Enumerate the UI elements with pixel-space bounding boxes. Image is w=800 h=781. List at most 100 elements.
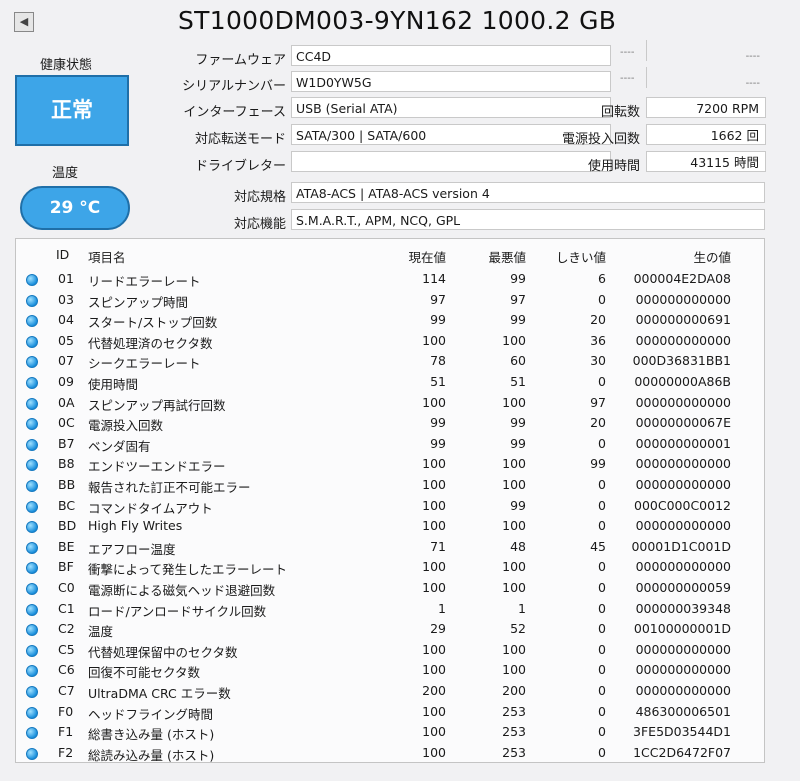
cell-id: F1 bbox=[58, 724, 74, 740]
cell-current: 100 bbox=[422, 662, 446, 678]
col-header-id[interactable]: ID bbox=[56, 247, 69, 262]
prev-disk-button[interactable]: ◀ bbox=[14, 12, 34, 32]
cell-raw: 00100000001D bbox=[633, 621, 731, 637]
cell-current: 100 bbox=[422, 394, 446, 410]
disk-title: ST1000DM003-9YN162 1000.2 GB bbox=[178, 6, 617, 35]
status-dot-icon bbox=[26, 315, 38, 328]
table-row[interactable]: BF 衝撃によって発生したエラーレート 100 100 0 000000000000 bbox=[16, 557, 764, 577]
table-row[interactable]: BE エアフロー温度 71 48 45 00001D1C001D bbox=[16, 537, 764, 557]
status-dot-icon bbox=[26, 686, 38, 698]
table-row[interactable]: 07 シークエラーレート 78 60 30 000D36831BB1 bbox=[16, 351, 764, 371]
serial-value: W1D0YW5G bbox=[291, 71, 611, 92]
table-row[interactable]: C7 UltraDMA CRC エラー数 200 200 0 000000000000 bbox=[16, 681, 764, 701]
status-dot-icon bbox=[26, 418, 38, 431]
cell-threshold: 0 bbox=[598, 744, 606, 760]
cell-threshold: 0 bbox=[598, 600, 606, 616]
table-row[interactable]: F0 ヘッドフライング時間 100 253 0 486300006501 bbox=[16, 702, 764, 722]
cell-threshold: 30 bbox=[590, 353, 606, 369]
cell-id: 07 bbox=[58, 353, 74, 369]
status-dot-icon bbox=[26, 294, 38, 307]
power-count-label: 電源投入回数 bbox=[561, 132, 640, 147]
table-row[interactable]: F1 総書き込み量 (ホスト) 100 253 0 3FE5D03544D1 bbox=[16, 722, 764, 742]
table-row[interactable]: C1 ロード/アンロードサイクル回数 1 1 0 000000039348 bbox=[16, 599, 764, 619]
cell-raw: 000000000000 bbox=[635, 559, 731, 575]
dash-placeholder: ---- bbox=[620, 73, 635, 84]
cell-raw: 000000000000 bbox=[635, 477, 731, 492]
health-status-button[interactable]: 正常 bbox=[15, 75, 129, 146]
cell-raw: 000000000000 bbox=[635, 641, 731, 657]
cell-threshold: 97 bbox=[590, 394, 606, 410]
table-row[interactable]: BD High Fly Writes 100 100 0 000000000000 bbox=[16, 516, 764, 536]
cell-raw: 000000000000 bbox=[635, 291, 731, 307]
table-row[interactable]: C2 温度 29 52 0 00100000001D bbox=[16, 619, 764, 639]
cell-raw: 000C000C0012 bbox=[634, 497, 731, 513]
cell-raw: 000000000000 bbox=[635, 518, 731, 534]
features-value: S.M.A.R.T., APM, NCQ, GPL bbox=[291, 209, 765, 230]
status-dot-icon bbox=[26, 624, 38, 637]
cell-id: BB bbox=[58, 477, 76, 492]
table-row[interactable]: B8 エンドツーエンドエラー 100 100 99 000000000000 bbox=[16, 454, 764, 474]
cell-name: 衝撃によって発生したエラーレート bbox=[88, 562, 288, 578]
cell-id: BE bbox=[58, 538, 75, 554]
table-row[interactable]: B7 ベンダ固有 99 99 0 000000000001 bbox=[16, 434, 764, 454]
cell-id: F0 bbox=[58, 703, 74, 719]
status-dot-icon bbox=[26, 644, 38, 657]
cell-threshold: 0 bbox=[598, 374, 606, 389]
table-row[interactable]: F2 総読み込み量 (ホスト) 100 253 0 1CC2D6472F07 bbox=[16, 743, 764, 763]
cell-threshold: 6 bbox=[598, 271, 606, 286]
cell-raw: 000000000000 bbox=[635, 456, 731, 472]
cell-threshold: 0 bbox=[598, 291, 606, 307]
col-header-threshold[interactable]: しきい値 bbox=[536, 247, 606, 266]
cell-current: 100 bbox=[422, 456, 446, 472]
cell-raw: 000000000000 bbox=[635, 683, 731, 698]
cell-raw: 000D36831BB1 bbox=[632, 353, 731, 369]
cell-threshold: 0 bbox=[598, 621, 606, 637]
cell-id: B8 bbox=[58, 456, 75, 472]
col-header-raw[interactable]: 生の値 bbox=[616, 247, 731, 266]
table-row[interactable]: C0 電源断による磁気ヘッド退避回数 100 100 0 000000000059 bbox=[16, 578, 764, 598]
col-header-worst[interactable]: 最悪値 bbox=[456, 247, 526, 266]
cell-threshold: 20 bbox=[590, 312, 606, 328]
temperature-badge[interactable]: 29 °C bbox=[20, 186, 130, 230]
table-row[interactable]: 09 使用時間 51 51 0 00000000A86B bbox=[16, 372, 764, 392]
col-header-name[interactable]: 項目名 bbox=[88, 247, 126, 266]
cell-name: 回復不可能セクタ数 bbox=[88, 665, 201, 681]
cell-worst: 1 bbox=[518, 600, 526, 616]
cell-current: 100 bbox=[422, 724, 446, 740]
table-row[interactable]: 03 スピンアップ時間 97 97 0 000000000000 bbox=[16, 290, 764, 310]
power-count-value: 1662 回 bbox=[646, 124, 766, 145]
table-row[interactable]: 0A スピンアップ再試行回数 100 100 97 000000000000 bbox=[16, 393, 764, 413]
cell-current: 78 bbox=[430, 353, 446, 369]
cell-raw: 00000000A86B bbox=[634, 374, 731, 389]
cell-threshold: 0 bbox=[598, 559, 606, 575]
cell-id: C1 bbox=[58, 600, 75, 616]
table-row[interactable]: 01 リードエラーレート 114 99 6 000004E2DA08 bbox=[16, 269, 764, 289]
cell-raw: 000000000691 bbox=[635, 312, 731, 328]
standard-value: ATA8-ACS | ATA8-ACS version 4 bbox=[291, 182, 765, 203]
cell-current: 71 bbox=[430, 538, 446, 554]
cell-id: 09 bbox=[58, 374, 74, 389]
cell-id: C0 bbox=[58, 580, 75, 595]
cell-name: エンドツーエンドエラー bbox=[88, 459, 226, 475]
cell-worst: 60 bbox=[510, 353, 526, 369]
table-row[interactable]: 04 スタート/ストップ回数 99 99 20 000000000691 bbox=[16, 310, 764, 330]
status-dot-icon bbox=[26, 562, 38, 575]
cell-name: UltraDMA CRC エラー数 bbox=[88, 686, 231, 701]
cell-id: C7 bbox=[58, 683, 75, 698]
cell-worst: 99 bbox=[510, 435, 526, 451]
table-row[interactable]: 0C 電源投入回数 99 99 20 00000000067E bbox=[16, 413, 764, 433]
cell-name: エアフロー温度 bbox=[88, 541, 176, 557]
table-row[interactable]: C6 回復不可能セクタ数 100 100 0 000000000000 bbox=[16, 660, 764, 680]
table-row[interactable]: BB 報告された訂正不可能エラー 100 100 0 000000000000 bbox=[16, 475, 764, 495]
table-row[interactable]: C5 代替処理保留中のセクタ数 100 100 0 000000000000 bbox=[16, 640, 764, 660]
col-header-current[interactable]: 現在値 bbox=[376, 247, 446, 266]
status-dot-icon bbox=[26, 397, 38, 410]
cell-worst: 99 bbox=[510, 415, 526, 431]
table-row[interactable]: 05 代替処理済のセクタ数 100 100 36 000000000000 bbox=[16, 331, 764, 351]
status-dot-icon bbox=[26, 500, 38, 513]
cell-name: 総読み込み量 (ホスト) bbox=[88, 747, 215, 763]
cell-id: BF bbox=[58, 559, 74, 575]
table-row[interactable]: BC コマンドタイムアウト 100 99 0 000C000C0012 bbox=[16, 496, 764, 516]
cell-raw: 00000000067E bbox=[635, 415, 731, 431]
cell-current: 114 bbox=[422, 271, 446, 286]
